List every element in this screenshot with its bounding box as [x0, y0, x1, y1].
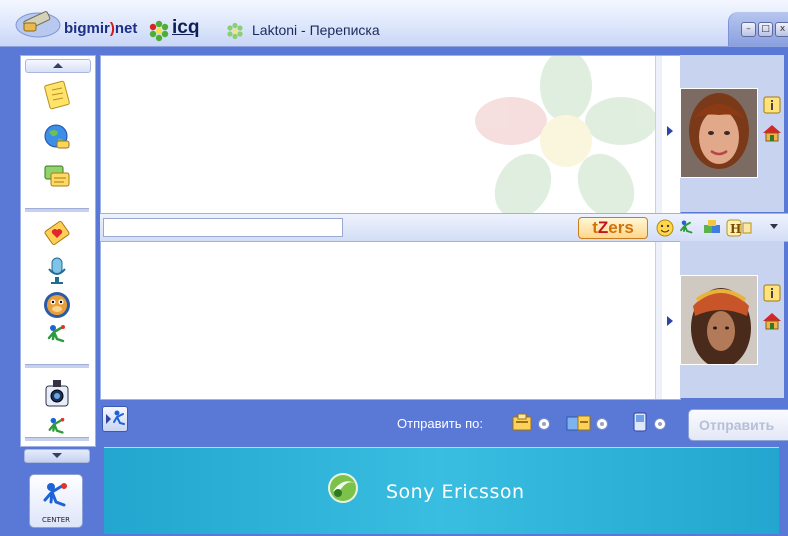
compose-toolbar: tZers H: [100, 213, 788, 242]
icq-center-button[interactable]: CENTER: [29, 474, 83, 528]
sidebar-scroll-down-button[interactable]: [20, 448, 94, 464]
globe-icon[interactable]: [39, 122, 75, 152]
message-compose-area[interactable]: [100, 241, 663, 400]
tzers-rest: ers: [608, 218, 634, 237]
monkey-icon[interactable]: [39, 290, 75, 320]
center-label: CENTER: [41, 516, 71, 524]
messages-icon[interactable]: [39, 162, 75, 192]
own-info-icon[interactable]: [762, 283, 782, 303]
maximize-button[interactable]: □: [758, 22, 773, 37]
brand-right: net: [114, 20, 138, 37]
expand-arrow-icon[interactable]: [667, 126, 673, 136]
minimize-button[interactable]: –: [741, 22, 756, 37]
arrow-up-icon: [53, 63, 63, 68]
window-title: Laktoni - Переписка: [252, 22, 380, 38]
icq-message-icon[interactable]: [511, 412, 533, 432]
own-avatar[interactable]: [680, 275, 758, 365]
contact-avatar-panel: [680, 55, 784, 212]
sony-ericsson-logo-icon: [328, 473, 358, 503]
chat-window: bigmir)net icq Laktoni - Переписка – □ x: [0, 0, 788, 536]
microphone-icon[interactable]: [39, 256, 75, 286]
title-bar[interactable]: bigmir)net icq Laktoni - Переписка – □ x: [0, 0, 788, 47]
feature-sidebar: [20, 55, 96, 447]
tzers-button[interactable]: tZers: [578, 217, 648, 239]
xtraz-center-icon: [43, 483, 67, 507]
history-side-strip: [662, 55, 681, 214]
xtraz-icon[interactable]: [39, 320, 75, 350]
camera-icon[interactable]: [39, 378, 75, 408]
sidebar-separator: [25, 364, 89, 368]
tzers-z: Z: [597, 218, 609, 237]
close-button[interactable]: x: [775, 22, 788, 37]
sidebar-scroll-up-button[interactable]: [25, 59, 91, 73]
send-option-multi-radio[interactable]: [596, 418, 608, 430]
xtraz-icon[interactable]: [678, 219, 696, 237]
icq-flower-icon: [149, 20, 169, 42]
expand-arrow-icon[interactable]: [667, 316, 673, 326]
send-button[interactable]: Отправить: [688, 409, 788, 441]
send-by-label: Отправить по:: [397, 416, 483, 431]
chevron-down-icon[interactable]: [770, 224, 778, 229]
multi-message-icon[interactable]: [566, 412, 592, 432]
greeting-card-icon[interactable]: [39, 218, 75, 248]
status-flower-icon: [227, 22, 243, 40]
svg-text:H: H: [730, 222, 741, 236]
icq-watermark-icon: [475, 56, 657, 213]
send-option-sms-radio[interactable]: [654, 418, 666, 430]
notes-icon[interactable]: [39, 80, 75, 110]
h-icon[interactable]: H: [726, 219, 752, 237]
send-bar: Отправить по: Отправить: [96, 400, 788, 446]
sidebar-separator: [25, 208, 89, 212]
compose-side-strip: [662, 241, 681, 400]
history-scrollbar[interactable]: [655, 56, 662, 213]
message-history[interactable]: [100, 55, 663, 214]
sms-icon[interactable]: [632, 412, 648, 432]
xtraz-toggle-button[interactable]: [102, 406, 128, 432]
sidebar-separator: [25, 437, 89, 441]
home-page-icon[interactable]: [762, 123, 782, 143]
brand-left: bigmir: [64, 20, 110, 37]
send-option-icq-radio[interactable]: [538, 418, 550, 430]
contact-avatar[interactable]: [680, 88, 758, 178]
arrow-down-icon: [52, 453, 62, 458]
own-home-icon[interactable]: [762, 311, 782, 331]
compose-scrollbar[interactable]: [655, 242, 662, 399]
banner-text: Sony Ericsson: [386, 481, 525, 503]
bigmir-brand: bigmir)net: [64, 20, 137, 37]
puzzle-icon[interactable]: [703, 219, 721, 237]
play-xtraz-icon: [106, 410, 125, 425]
contact-info-icon[interactable]: [762, 95, 782, 115]
icq-label: icq: [172, 17, 200, 38]
sony-ericsson-banner[interactable]: Sony Ericsson: [104, 447, 779, 534]
menu-pencil-icon[interactable]: [14, 7, 62, 39]
own-avatar-panel: [680, 241, 784, 398]
smiley-icon[interactable]: [656, 219, 674, 237]
subject-input[interactable]: [103, 218, 343, 237]
